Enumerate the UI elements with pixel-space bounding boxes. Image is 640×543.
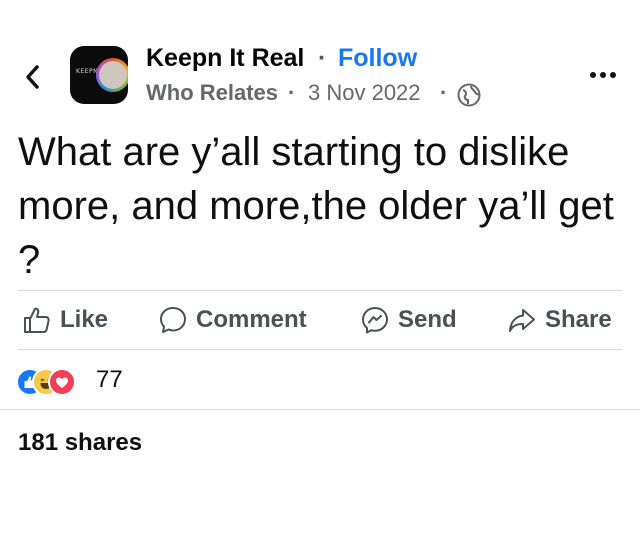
- divider: [0, 409, 640, 410]
- post-date[interactable]: 3 Nov 2022: [308, 80, 421, 106]
- separator-dot: ·: [288, 80, 296, 105]
- like-label: Like: [60, 306, 109, 333]
- messenger-icon: [362, 307, 388, 334]
- avatar-logo-text: KEEPN: [76, 68, 99, 75]
- follow-button[interactable]: Follow: [338, 44, 417, 73]
- more-dots-icon: [590, 72, 616, 78]
- shares-count[interactable]: 181 shares: [18, 429, 142, 457]
- comment-bubble-icon: [160, 307, 186, 333]
- send-button[interactable]: Send: [360, 300, 457, 340]
- reactions-summary[interactable]: [16, 368, 96, 396]
- comment-label: Comment: [196, 306, 307, 333]
- like-button[interactable]: Like: [22, 300, 108, 340]
- comment-button[interactable]: Comment: [158, 300, 307, 340]
- share-arrow-icon: [509, 309, 535, 332]
- back-button[interactable]: [22, 62, 44, 92]
- globe-icon: [456, 82, 482, 108]
- divider: [18, 290, 622, 291]
- more-options-button[interactable]: [586, 60, 620, 90]
- separator-dot: ·: [440, 80, 448, 105]
- thumbs-up-icon: [24, 307, 50, 333]
- page-name[interactable]: Keepn It Real: [146, 44, 304, 73]
- send-label: Send: [398, 306, 457, 333]
- avatar[interactable]: KEEPN: [70, 46, 128, 104]
- love-reaction-icon: [48, 368, 76, 396]
- reaction-count[interactable]: 77: [96, 366, 123, 394]
- group-name[interactable]: Who Relates: [146, 80, 278, 106]
- share-label: Share: [545, 306, 612, 333]
- separator-dot: ·: [318, 44, 327, 72]
- chevron-left-icon: [26, 65, 39, 89]
- divider: [18, 349, 622, 350]
- share-button[interactable]: Share: [507, 300, 612, 340]
- post-text: What are y’all starting to dislike more,…: [18, 130, 614, 282]
- avatar-photo: [99, 61, 127, 89]
